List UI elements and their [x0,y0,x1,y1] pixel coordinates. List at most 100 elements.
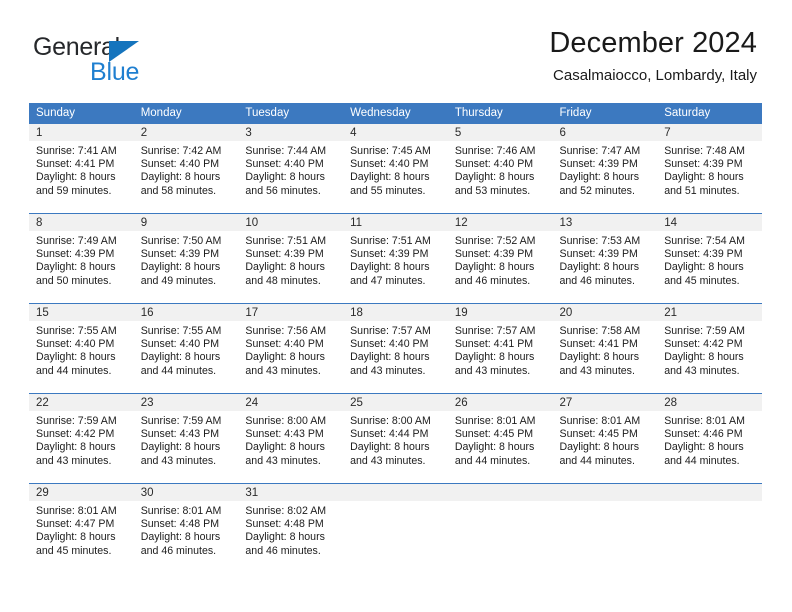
day-number: 2 [140,127,148,139]
daylight-text-line1: Daylight: 8 hours [140,171,221,184]
calendar-page: General Blue December 2024 Casalmaiocco,… [0,0,792,612]
sunrise-text: Sunrise: 8:01 AM [559,415,641,427]
day-cell: 1 Sunrise: 7:41 AM Sunset: 4:41 PM Daylight… [29,123,134,213]
daylight-text-line1: Daylight: 8 hours [36,351,116,364]
daylight-text-line2: and 44 minutes. [140,364,217,377]
weekday-header-wednesday: Wednesday [343,103,448,123]
day-cell: 23 Sunrise: 7:59 AM Sunset: 4:43 PM Dayligh… [133,393,239,483]
daylight-text-line2: and 58 minutes. [140,184,217,197]
daylight-text-line1: Daylight: 8 hours [245,531,325,544]
sunset-text: Sunset: 4:39 PM [559,158,638,171]
daylight-text-line2: and 46 minutes. [245,544,321,557]
daylight-text-line1: Daylight: 8 hours [664,261,744,274]
day-cell-empty [657,483,762,573]
sunset-text: Sunset: 4:40 PM [140,158,220,171]
daylight-text-line2: and 43 minutes. [350,364,426,377]
page-subtitle: Casalmaiocco, Lombardy, Italy [553,67,757,84]
sunset-text: Sunset: 4:40 PM [245,338,324,351]
day-cell: 14 Sunrise: 7:54 AM Sunset: 4:39 PM Dayligh… [657,213,762,303]
day-cell: 10 Sunrise: 7:51 AM Sunset: 4:39 PM Dayligh… [238,213,344,303]
weekday-header-saturday: Saturday [657,103,762,123]
sunrise-text: Sunrise: 7:41 AM [36,145,117,157]
sunrise-text: Sunrise: 7:59 AM [664,325,745,337]
sunrise-text: Sunrise: 7:54 AM [664,235,745,247]
day-number: 25 [350,397,363,409]
daylight-text-line2: and 44 minutes. [559,454,635,467]
daylight-text-line1: Daylight: 8 hours [140,261,221,274]
day-cell: 2 Sunrise: 7:42 AM Sunset: 4:40 PM Daylight… [133,123,239,213]
sunrise-text: Sunrise: 7:57 AM [350,325,431,337]
daylight-text-line1: Daylight: 8 hours [36,261,116,274]
brand-logo[interactable]: General Blue [33,33,213,86]
day-number: 4 [350,127,357,139]
daylight-text-line2: and 43 minutes. [664,364,740,377]
sunset-text: Sunset: 4:44 PM [350,428,429,441]
sunset-text: Sunset: 4:45 PM [454,428,534,441]
calendar-body: 1 Sunrise: 7:41 AM Sunset: 4:41 PM Daylight… [29,123,762,573]
daylight-text-line2: and 48 minutes. [245,274,321,287]
day-cell: 24 Sunrise: 8:00 AM Sunset: 4:43 PM Dayligh… [238,393,344,483]
daylight-text-line1: Daylight: 8 hours [140,441,221,454]
weekday-header-monday: Monday [133,103,239,123]
day-number: 31 [245,487,259,499]
day-cell: 25 Sunrise: 8:00 AM Sunset: 4:44 PM Dayligh… [343,393,448,483]
daylight-text-line2: and 46 minutes. [559,274,635,287]
day-number: 26 [454,397,468,409]
sunrise-text: Sunrise: 7:59 AM [140,415,222,427]
sunset-text: Sunset: 4:42 PM [664,338,743,351]
daylight-text-line2: and 43 minutes. [350,454,426,467]
sunrise-text: Sunrise: 8:01 AM [454,415,536,427]
day-number: 18 [350,307,363,319]
sunrise-text: Sunrise: 7:58 AM [559,325,641,337]
page-header: General Blue December 2024 Casalmaiocco,… [0,0,792,100]
day-number: 28 [664,397,678,409]
day-number: 27 [559,397,573,409]
daylight-text-line2: and 50 minutes. [36,274,112,287]
sunset-text: Sunset: 4:43 PM [245,428,324,441]
sunset-text: Sunset: 4:48 PM [245,518,324,531]
sunset-text: Sunset: 4:46 PM [664,428,743,441]
page-title: December 2024 [549,27,757,59]
daylight-text-line2: and 43 minutes. [36,454,112,467]
week-row: 22 Sunrise: 7:59 AM Sunset: 4:42 PM Dayligh… [29,393,762,483]
sunset-text: Sunset: 4:45 PM [559,428,638,441]
sunset-text: Sunset: 4:40 PM [350,338,429,351]
daylight-text-line1: Daylight: 8 hours [454,441,535,454]
daylight-text-line2: and 53 minutes. [454,184,531,197]
day-number: 11 [350,217,363,229]
daylight-text-line2: and 51 minutes. [664,184,740,197]
daylight-text-line2: and 43 minutes. [245,454,321,467]
day-cell: 22 Sunrise: 7:59 AM Sunset: 4:42 PM Dayligh… [29,393,134,483]
sunset-text: Sunset: 4:40 PM [454,158,534,171]
day-cell: 7 Sunrise: 7:48 AM Sunset: 4:39 PM Daylight… [657,123,762,213]
daylight-text-line1: Daylight: 8 hours [559,171,640,184]
sunset-text: Sunset: 4:39 PM [350,248,429,261]
weekday-header-friday: Friday [552,103,658,123]
day-cell: 26 Sunrise: 8:01 AM Sunset: 4:45 PM Dayligh… [447,393,553,483]
day-cell: 31 Sunrise: 8:02 AM Sunset: 4:48 PM Dayligh… [238,483,344,573]
weekday-header-row: Sunday Monday Tuesday Wednesday Thursday… [29,103,762,123]
sunset-text: Sunset: 4:40 PM [245,158,324,171]
day-number: 1 [36,127,43,139]
daylight-text-line2: and 43 minutes. [140,454,217,467]
day-number: 10 [245,217,259,229]
day-number: 21 [664,307,678,319]
daylight-text-line1: Daylight: 8 hours [245,261,325,274]
day-cell: 3 Sunrise: 7:44 AM Sunset: 4:40 PM Daylight… [238,123,344,213]
day-cell: 9 Sunrise: 7:50 AM Sunset: 4:39 PM Daylight… [133,213,239,303]
day-cell: 29 Sunrise: 8:01 AM Sunset: 4:47 PM Dayligh… [29,483,134,573]
sunrise-text: Sunrise: 7:51 AM [350,235,431,247]
day-number: 16 [140,307,154,319]
weekday-header-tuesday: Tuesday [238,103,344,123]
day-cell: 18 Sunrise: 7:57 AM Sunset: 4:40 PM Dayligh… [343,303,448,393]
week-row: 29 Sunrise: 8:01 AM Sunset: 4:47 PM Dayligh… [29,483,762,573]
sunset-text: Sunset: 4:39 PM [140,248,220,261]
day-number: 24 [245,397,259,409]
sunrise-text: Sunrise: 7:51 AM [245,235,327,247]
day-number: 23 [140,397,154,409]
week-row: 1 Sunrise: 7:41 AM Sunset: 4:41 PM Daylight… [29,123,762,213]
sunrise-text: Sunrise: 7:55 AM [140,325,222,337]
day-number [553,484,658,486]
daylight-text-line2: and 56 minutes. [245,184,321,197]
sunset-text: Sunset: 4:48 PM [140,518,220,531]
